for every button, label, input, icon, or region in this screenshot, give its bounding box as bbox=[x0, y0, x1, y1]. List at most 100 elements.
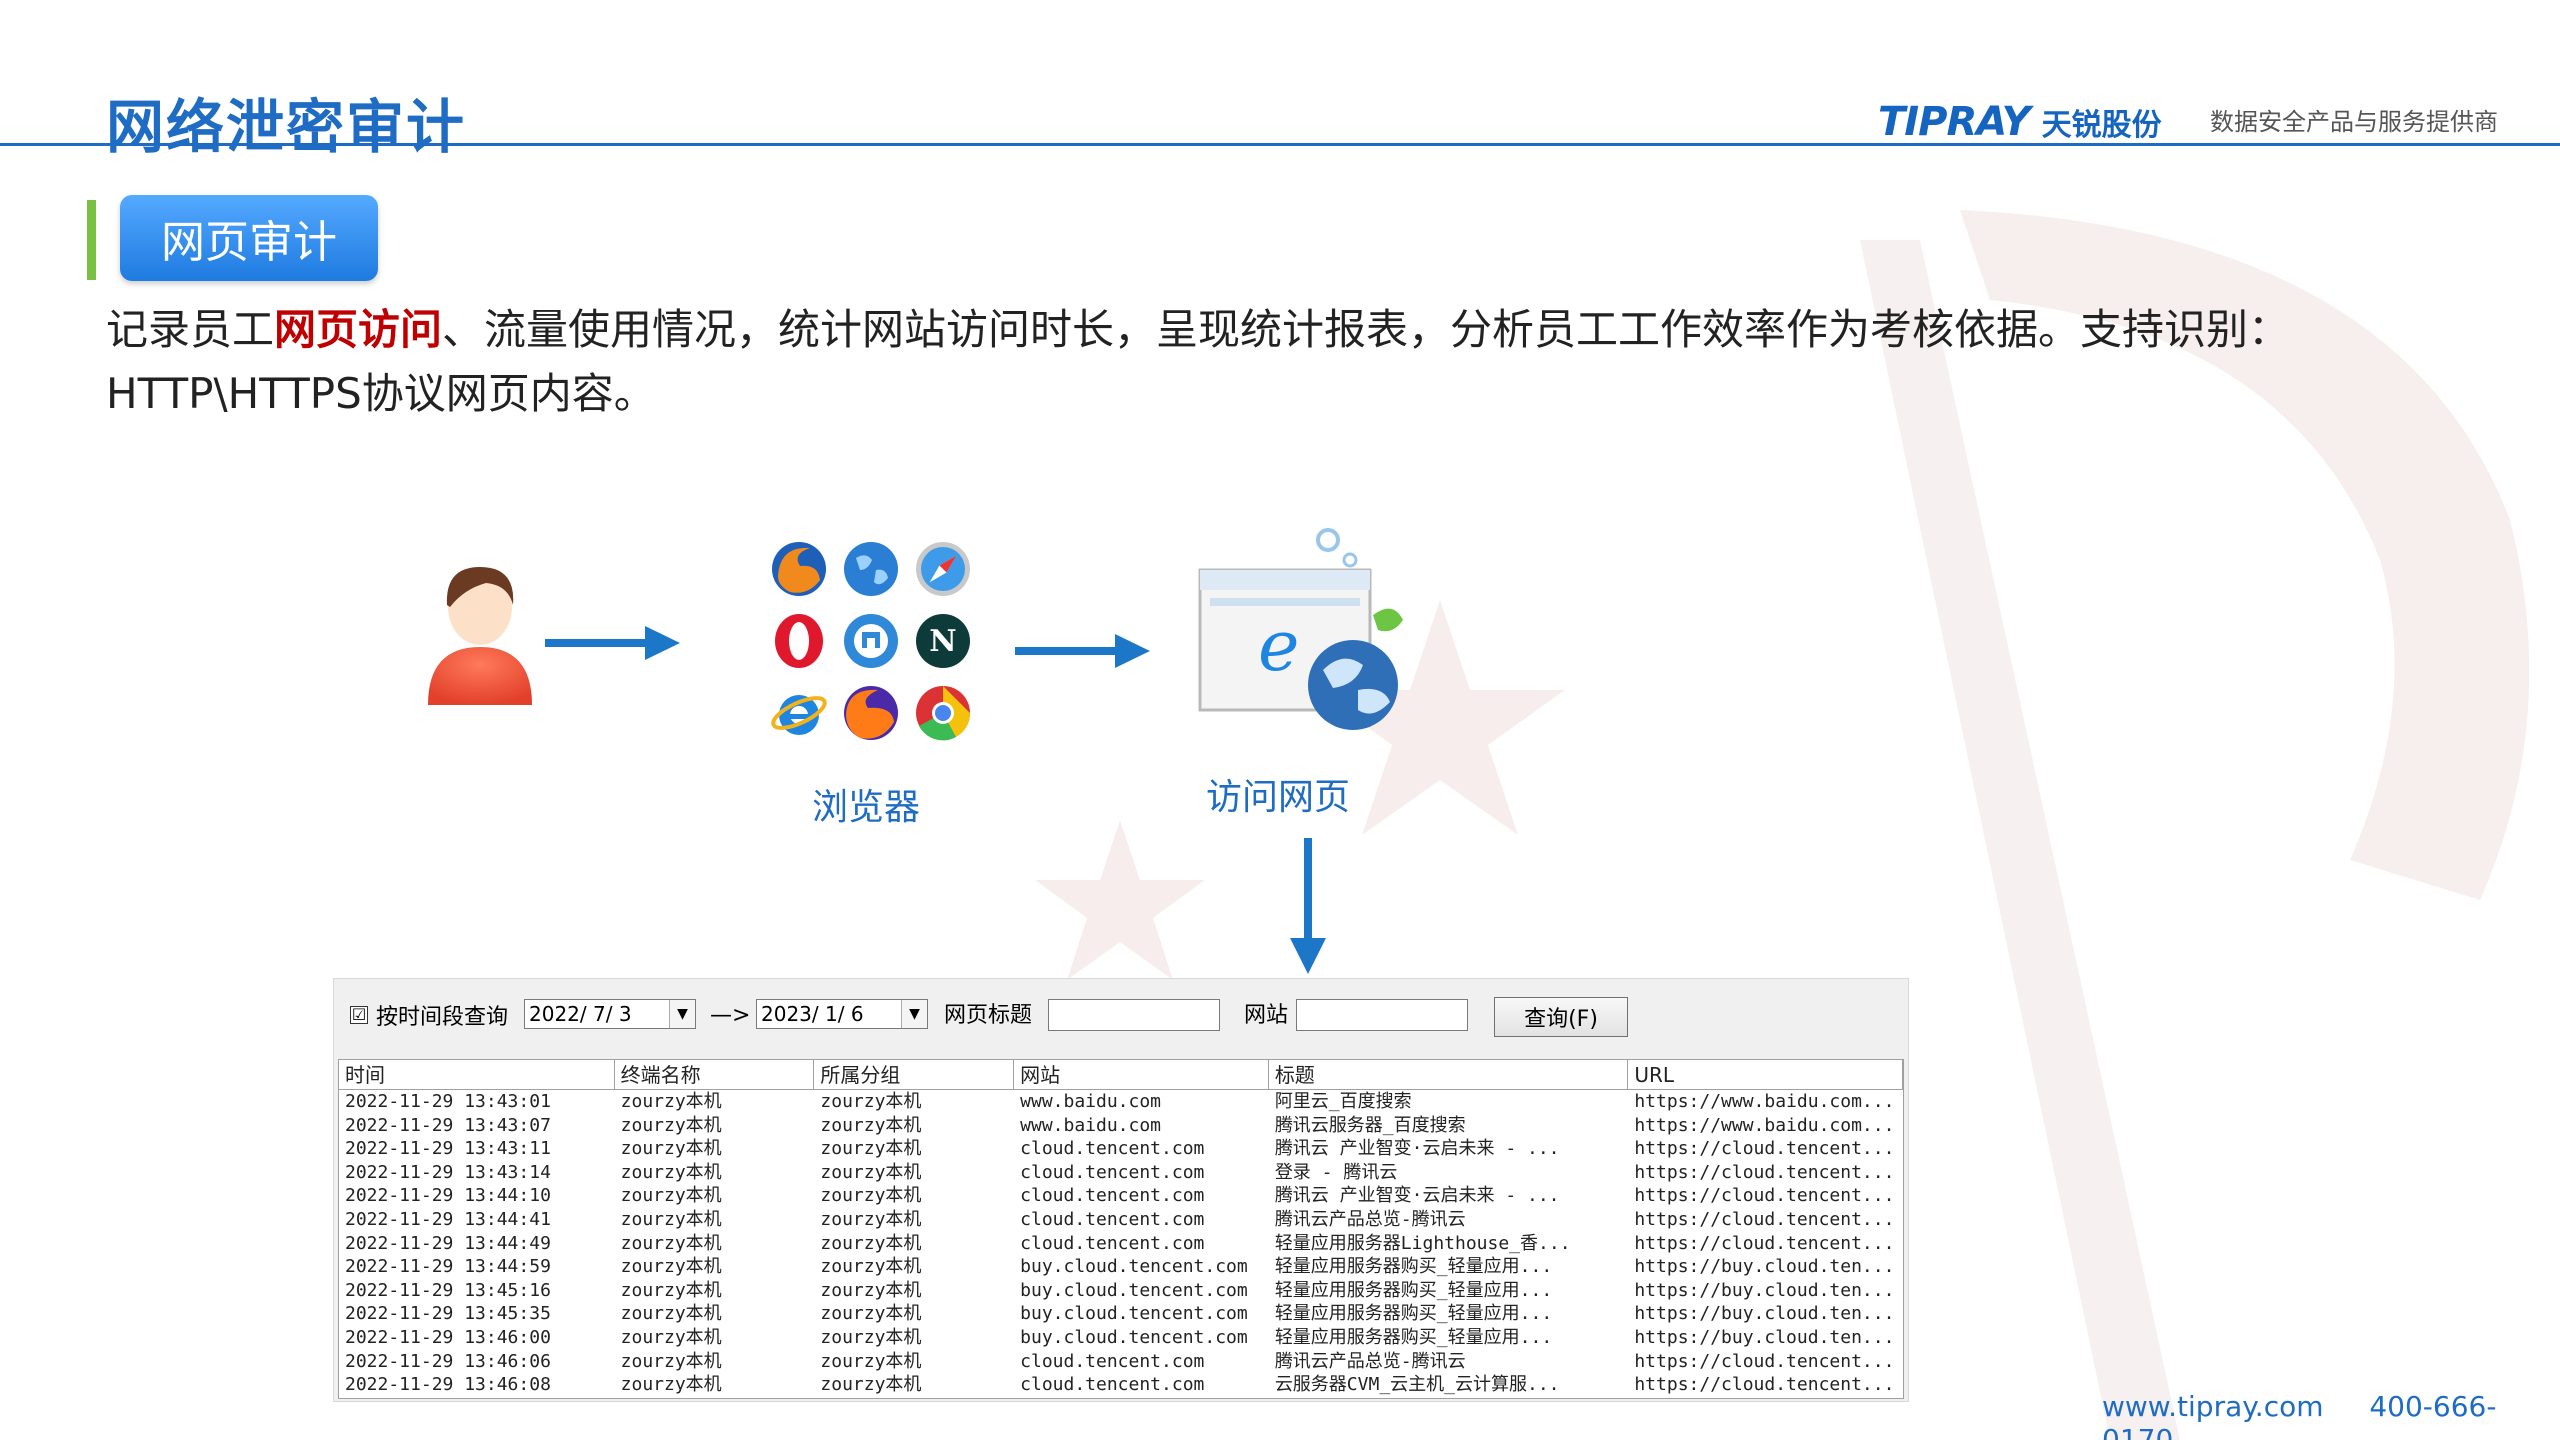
cell-time: 2022-11-29 13:45:35 bbox=[345, 1303, 551, 1325]
cell-site: buy.cloud.tencent.com bbox=[1020, 1279, 1248, 1301]
cell-site: cloud.tencent.com bbox=[1020, 1185, 1205, 1207]
cell-group: zourzy本机 bbox=[820, 1114, 922, 1136]
table-row[interactable]: 2022-11-29 13:43:07 zourzy本机 zourzy本机 www.b… bbox=[339, 1114, 1903, 1138]
cell-url: https://buy.cloud.ten... bbox=[1634, 1326, 1895, 1348]
cell-time: 2022-11-29 13:44:49 bbox=[345, 1232, 551, 1254]
svg-text:e: e bbox=[1258, 605, 1299, 687]
opera-icon bbox=[775, 614, 823, 668]
site-input[interactable] bbox=[1296, 999, 1468, 1031]
cell-terminal: zourzy本机 bbox=[620, 1161, 722, 1183]
cell-site: buy.cloud.tencent.com bbox=[1020, 1326, 1248, 1348]
table-row[interactable]: 2022-11-29 13:44:59 zourzy本机 zourzy本机 buy.c… bbox=[339, 1255, 1903, 1279]
cell-title: 轻量应用服务器购买_轻量应用... bbox=[1274, 1256, 1553, 1278]
cell-site: buy.cloud.tencent.com bbox=[1020, 1256, 1248, 1278]
page-title: 网络泄密审计 bbox=[106, 93, 467, 161]
chevron-down-icon[interactable]: ▼ bbox=[901, 1000, 927, 1028]
desc-text-before: 记录员工 bbox=[106, 305, 275, 354]
cell-site: cloud.tencent.com bbox=[1020, 1208, 1205, 1230]
cell-site: www.baidu.com bbox=[1020, 1114, 1162, 1136]
table-row[interactable]: 2022-11-29 13:44:49 zourzy本机 zourzy本机 cloud… bbox=[339, 1232, 1903, 1256]
column-header-site[interactable]: 网站 bbox=[1014, 1060, 1269, 1089]
cell-group: zourzy本机 bbox=[820, 1091, 922, 1112]
footer-website[interactable]: www.tipray.com bbox=[2102, 1390, 2324, 1423]
cell-group: zourzy本机 bbox=[820, 1161, 922, 1183]
cell-title: 腾讯云 产业智变·云启未来 - ... bbox=[1274, 1185, 1560, 1207]
time-range-checkbox[interactable]: ☑ 按时间段查询 bbox=[350, 999, 508, 1031]
checkbox-icon: ☑ bbox=[350, 1005, 368, 1024]
section-accent-bar bbox=[87, 200, 96, 280]
cell-url: https://cloud.tencent... bbox=[1634, 1208, 1895, 1230]
section-description: 记录员工网页访问、流量使用情况，统计网站访问时长，呈现统计报表，分析员工工作效率… bbox=[106, 298, 2406, 426]
cell-time: 2022-11-29 13:43:14 bbox=[345, 1161, 551, 1183]
end-date-picker[interactable]: 2023/ 1/ 6 ▼ bbox=[756, 999, 928, 1029]
globe-icon bbox=[844, 542, 898, 596]
cell-title: 腾讯云产品总览-腾讯云 bbox=[1274, 1350, 1466, 1372]
cell-terminal: zourzy本机 bbox=[620, 1350, 722, 1372]
brand: TIPRAY 天锐股份 bbox=[1878, 99, 2162, 145]
column-header-url[interactable]: URL bbox=[1628, 1060, 1903, 1089]
web-audit-window: ☑ 按时间段查询 2022/ 7/ 3 ▼ —> 2023/ 1/ 6 ▼ 网页… bbox=[333, 978, 1909, 1402]
cell-terminal: zourzy本机 bbox=[620, 1374, 722, 1396]
cell-site: cloud.tencent.com bbox=[1020, 1374, 1205, 1396]
table-row[interactable]: 2022-11-29 13:43:01 zourzy本机 zourzy本机 www.b… bbox=[339, 1090, 1903, 1114]
table-header: 时间 终端名称 所属分组 网站 标题 URL bbox=[339, 1060, 1903, 1090]
brand-tagline: 数据安全产品与服务提供商 bbox=[2210, 108, 2498, 136]
end-date-value: 2023/ 1/ 6 bbox=[761, 1002, 864, 1026]
query-button[interactable]: 查询(F) bbox=[1494, 997, 1628, 1037]
column-header-group[interactable]: 所属分组 bbox=[814, 1060, 1015, 1089]
netscape-icon: N bbox=[916, 614, 970, 668]
cell-time: 2022-11-29 13:43:07 bbox=[345, 1114, 551, 1136]
cell-url: https://www.baidu.com... bbox=[1634, 1091, 1895, 1112]
cell-group: zourzy本机 bbox=[820, 1303, 922, 1325]
cell-time: 2022-11-29 13:43:11 bbox=[345, 1138, 551, 1160]
table-row[interactable]: 2022-11-29 13:43:11 zourzy本机 zourzy本机 cloud… bbox=[339, 1137, 1903, 1161]
cell-group: zourzy本机 bbox=[820, 1326, 922, 1348]
header-divider bbox=[0, 143, 2560, 146]
chevron-down-icon[interactable]: ▼ bbox=[669, 1000, 695, 1028]
cell-url: https://cloud.tencent... bbox=[1634, 1161, 1895, 1183]
cell-terminal: zourzy本机 bbox=[620, 1256, 722, 1278]
footer: www.tipray.com 400-666-0170 bbox=[2102, 1390, 2560, 1440]
safari-icon bbox=[916, 542, 970, 596]
table-row[interactable]: 2022-11-29 13:45:35 zourzy本机 zourzy本机 buy.c… bbox=[339, 1302, 1903, 1326]
page-title-input[interactable] bbox=[1048, 999, 1220, 1031]
cell-terminal: zourzy本机 bbox=[620, 1208, 722, 1230]
table-row[interactable]: 2022-11-29 13:44:41 zourzy本机 zourzy本机 cloud… bbox=[339, 1208, 1903, 1232]
time-range-label: 按时间段查询 bbox=[376, 1005, 509, 1030]
cell-site: cloud.tencent.com bbox=[1020, 1161, 1205, 1183]
brand-logo: TIPRAY bbox=[1878, 99, 2031, 145]
cell-time: 2022-11-29 13:43:01 bbox=[345, 1091, 551, 1112]
cell-terminal: zourzy本机 bbox=[620, 1326, 722, 1348]
site-label: 网站 bbox=[1244, 1003, 1289, 1028]
table-row[interactable]: 2022-11-29 13:46:08 zourzy本机 zourzy本机 cloud… bbox=[339, 1373, 1903, 1397]
chrome-icon bbox=[916, 686, 971, 741]
cell-site: cloud.tencent.com bbox=[1020, 1138, 1205, 1160]
cell-title: 轻量应用服务器购买_轻量应用... bbox=[1274, 1279, 1553, 1301]
column-header-terminal[interactable]: 终端名称 bbox=[615, 1060, 815, 1089]
column-header-time[interactable]: 时间 bbox=[339, 1060, 615, 1089]
cell-time: 2022-11-29 13:45:16 bbox=[345, 1279, 551, 1301]
range-arrow: —> bbox=[710, 1003, 751, 1028]
cell-group: zourzy本机 bbox=[820, 1232, 922, 1254]
query-toolbar: ☑ 按时间段查询 2022/ 7/ 3 ▼ —> 2023/ 1/ 6 ▼ 网页… bbox=[334, 979, 1908, 1037]
flow-arrow-down bbox=[1290, 838, 1326, 974]
cell-terminal: zourzy本机 bbox=[620, 1303, 722, 1325]
cell-url: https://cloud.tencent... bbox=[1634, 1185, 1895, 1207]
cell-title: 轻量应用服务器购买_轻量应用... bbox=[1274, 1303, 1553, 1325]
svg-text:N: N bbox=[929, 624, 956, 659]
column-header-title[interactable]: 标题 bbox=[1269, 1060, 1629, 1089]
table-row[interactable]: 2022-11-29 13:43:14 zourzy本机 zourzy本机 cloud… bbox=[339, 1161, 1903, 1185]
table-row[interactable]: 2022-11-29 13:46:00 zourzy本机 zourzy本机 buy.c… bbox=[339, 1326, 1903, 1350]
cell-terminal: zourzy本机 bbox=[620, 1114, 722, 1136]
cell-title: 腾讯云服务器_百度搜索 bbox=[1274, 1114, 1466, 1136]
table-row[interactable]: 2022-11-29 13:44:10 zourzy本机 zourzy本机 cloud… bbox=[339, 1184, 1903, 1208]
cell-url: https://buy.cloud.ten... bbox=[1634, 1303, 1895, 1325]
cell-site: buy.cloud.tencent.com bbox=[1020, 1303, 1248, 1325]
table-row[interactable]: 2022-11-29 13:45:16 zourzy本机 zourzy本机 buy.c… bbox=[339, 1279, 1903, 1303]
cell-terminal: zourzy本机 bbox=[620, 1279, 722, 1301]
cell-title: 腾讯云 产业智变·云启未来 - ... bbox=[1274, 1138, 1560, 1160]
cell-group: zourzy本机 bbox=[820, 1138, 922, 1160]
start-date-picker[interactable]: 2022/ 7/ 3 ▼ bbox=[524, 999, 696, 1029]
cell-url: https://www.baidu.com... bbox=[1634, 1114, 1895, 1136]
table-row[interactable]: 2022-11-29 13:46:06 zourzy本机 zourzy本机 cloud… bbox=[339, 1350, 1903, 1374]
